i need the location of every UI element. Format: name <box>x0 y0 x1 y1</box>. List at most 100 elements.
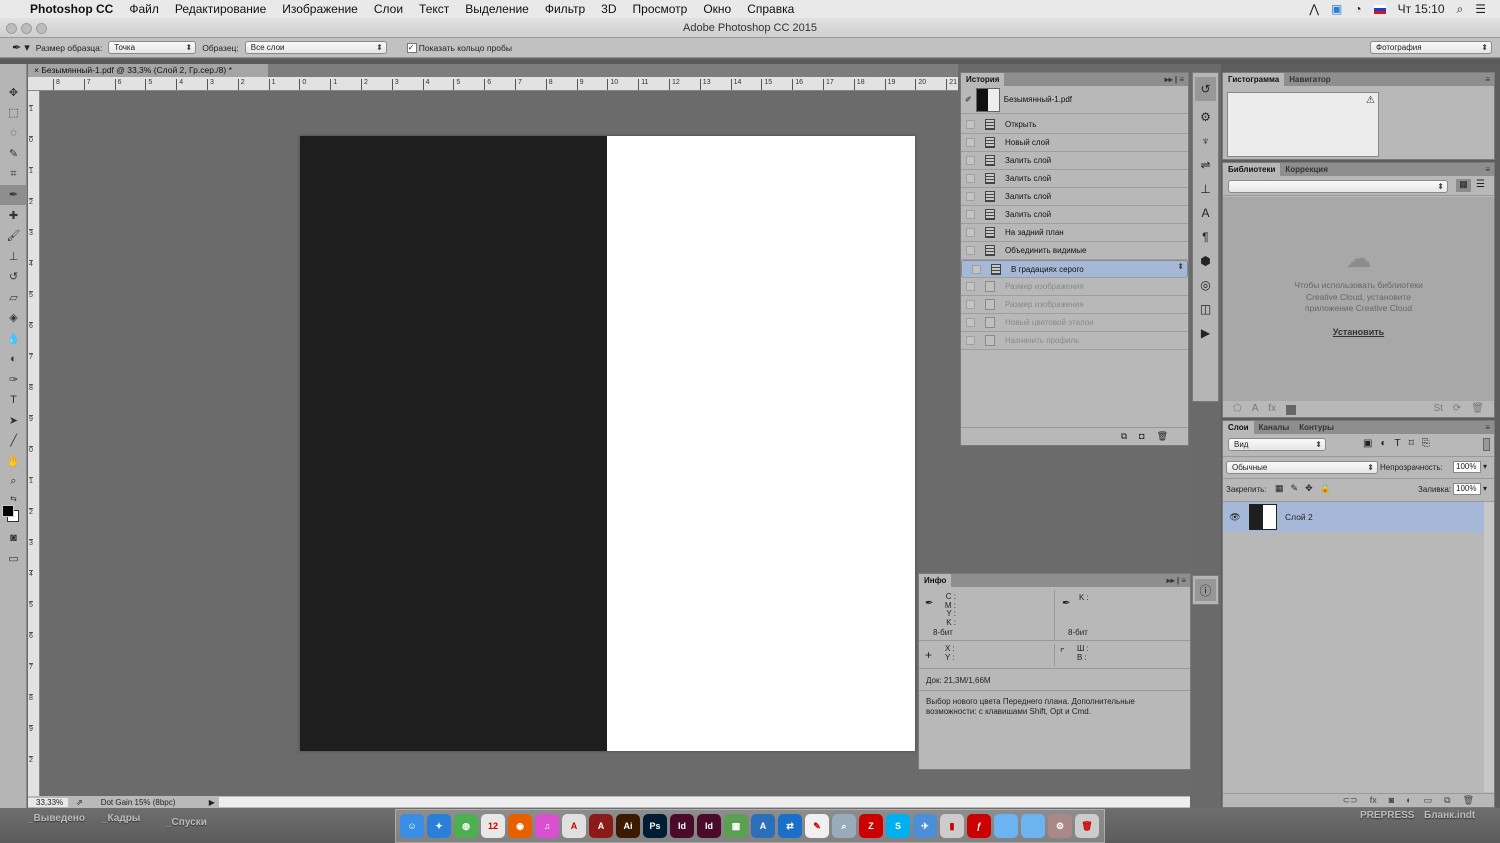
history-brush-checkbox[interactable] <box>966 282 975 291</box>
sync-icon[interactable]: ⟳ <box>1453 403 1461 415</box>
fill-dropdown-icon[interactable]: ▾ <box>1483 484 1487 493</box>
zoom-level[interactable]: 33,33% <box>28 797 68 807</box>
language-flag-icon[interactable] <box>1373 4 1386 14</box>
healing-brush-tool-icon[interactable]: ✚ <box>0 205 27 226</box>
dock-fontbook-icon[interactable]: A <box>751 814 775 838</box>
menu-window[interactable]: Окно <box>703 2 731 16</box>
filter-pixel-icon[interactable]: ▣ <box>1363 438 1372 449</box>
tab-layers[interactable]: Слои <box>1223 421 1254 434</box>
history-item[interactable]: Залить слой <box>961 206 1188 224</box>
new-group-icon[interactable]: ▭ <box>1424 795 1433 806</box>
filter-toggle[interactable] <box>1483 438 1490 451</box>
tab-navigator[interactable]: Навигатор <box>1284 73 1335 86</box>
history-brush-checkbox[interactable] <box>966 228 975 237</box>
history-item[interactable]: Открыть <box>961 116 1188 134</box>
history-item[interactable]: Размер изображения <box>961 278 1188 296</box>
adjustment-layer-icon[interactable]: ◐ <box>1406 795 1411 806</box>
tab-channels[interactable]: Каналы <box>1254 421 1295 434</box>
panel-menu-icon[interactable]: ≡ <box>1485 421 1490 434</box>
history-brush-checkbox[interactable] <box>966 300 975 309</box>
filter-smart-icon[interactable]: ⎘ <box>1422 438 1430 449</box>
menu-layers[interactable]: Слои <box>374 2 403 16</box>
history-brush-source-icon[interactable]: ✐ <box>965 95 972 104</box>
desktop-folder[interactable]: _Спуски <box>166 817 207 828</box>
grid-view-icon[interactable]: ▦ <box>1456 179 1471 192</box>
dock-acrobat-pro-icon[interactable]: A <box>589 814 613 838</box>
history-brush-checkbox[interactable] <box>966 138 975 147</box>
lock-pixels-icon[interactable]: ✎ <box>1291 483 1299 494</box>
layers-scrollbar[interactable] <box>1484 502 1494 792</box>
history-brush-checkbox[interactable] <box>966 156 975 165</box>
quick-select-tool-icon[interactable]: ✎ <box>0 144 27 165</box>
tab-adjustments[interactable]: Коррекция <box>1280 163 1333 176</box>
sample-size-select[interactable]: Точка <box>108 41 197 54</box>
lock-all-icon[interactable]: 🔒 <box>1320 483 1331 494</box>
brush-tool-icon[interactable]: 🖌 <box>0 226 27 247</box>
stamp-tool-icon[interactable]: ⊥ <box>0 246 27 267</box>
dock-illustrator-icon[interactable]: Ai <box>616 814 640 838</box>
history-brush-checkbox[interactable] <box>972 264 981 274</box>
lock-position-icon[interactable]: ✥ <box>1305 483 1313 494</box>
dock-finder-icon[interactable]: ☺ <box>400 814 424 838</box>
lock-transparency-icon[interactable]: ▦ <box>1275 483 1284 494</box>
eyedropper-tool-preset-icon[interactable]: ✒ ▾ <box>12 41 30 54</box>
menu-view[interactable]: Просмотр <box>633 2 688 16</box>
eyedropper-tool-icon[interactable]: ✒ <box>0 184 27 205</box>
crop-tool-icon[interactable]: ⌗ <box>0 164 27 185</box>
menu-3d[interactable]: 3D <box>601 2 616 16</box>
dock-safari-icon[interactable]: ✦ <box>427 814 451 838</box>
dock-maps-icon[interactable]: ▦ <box>724 814 748 838</box>
library-select[interactable] <box>1228 180 1448 193</box>
device-preview-icon[interactable]: ◎ <box>1193 273 1218 297</box>
history-item[interactable]: Назначить профиль <box>961 332 1188 350</box>
eyedropper-readout-icon[interactable]: ✒ <box>925 598 933 609</box>
panel-menu-icon[interactable]: ▸▸ | ≡ <box>1165 73 1184 86</box>
filter-type-icon[interactable]: T <box>1395 438 1401 449</box>
close-window-button[interactable] <box>6 23 17 34</box>
history-item[interactable]: Залить слой <box>961 152 1188 170</box>
history-brush-checkbox[interactable] <box>966 174 975 183</box>
adjustments-icon[interactable]: ⇌ <box>1193 153 1218 177</box>
dock-photoshop-icon[interactable]: Ps <box>643 814 667 838</box>
menu-image[interactable]: Изображение <box>282 2 358 16</box>
filter-adjustment-icon[interactable]: ◐ <box>1380 438 1386 449</box>
document-canvas[interactable] <box>300 136 915 751</box>
history-brush-checkbox[interactable] <box>966 192 975 201</box>
opacity-input[interactable]: 100% <box>1453 461 1481 473</box>
history-brush-checkbox[interactable] <box>966 336 975 345</box>
new-snapshot-icon[interactable]: ◘ <box>1139 431 1144 442</box>
swatches-icon[interactable]: ◫ <box>1193 297 1218 321</box>
menu-file[interactable]: Файл <box>129 2 159 16</box>
dock-teamviewer-icon[interactable]: ⇄ <box>778 814 802 838</box>
menu-filter[interactable]: Фильтр <box>545 2 585 16</box>
sample-select[interactable]: Все слои <box>244 41 387 54</box>
screen-mode-icon[interactable]: ▭ <box>0 549 27 570</box>
history-item[interactable]: В градациях серого <box>961 260 1188 278</box>
actions-icon[interactable]: ▶ <box>1193 321 1218 345</box>
blur-tool-icon[interactable]: 💧 <box>0 328 27 349</box>
layer-filter-select[interactable]: Вид <box>1228 438 1326 451</box>
share-icon[interactable]: ⇗ <box>76 798 83 807</box>
layer-name[interactable]: Слой 2 <box>1285 512 1313 522</box>
clock[interactable]: Чт 15:10 <box>1398 2 1445 16</box>
dock-firefox-icon[interactable]: ◉ <box>508 814 532 838</box>
hand-tool-icon[interactable]: ✋ <box>0 451 27 472</box>
layer-style-icon[interactable]: fx <box>1370 795 1377 806</box>
eraser-tool-icon[interactable]: ▱ <box>0 287 27 308</box>
brushes-icon[interactable]: ♆ <box>1193 129 1218 153</box>
menu-text[interactable]: Текст <box>419 2 449 16</box>
history-item[interactable]: Новый цветовой эталон <box>961 314 1188 332</box>
layer-mask-icon[interactable]: ◙ <box>1389 795 1394 806</box>
desktop-folder[interactable]: _Кадры <box>102 813 140 824</box>
menu-app[interactable]: Photoshop CC <box>30 2 113 16</box>
history-item[interactable]: Залить слой <box>961 170 1188 188</box>
dock-textedit-icon[interactable]: ✎ <box>805 814 829 838</box>
path-select-tool-icon[interactable]: ➤ <box>0 410 27 431</box>
clone-source-icon[interactable]: ⊥ <box>1193 177 1218 201</box>
horizontal-scrollbar[interactable] <box>218 797 1190 807</box>
dock-itunes-icon[interactable]: ♫ <box>535 814 559 838</box>
panel-menu-icon[interactable]: ≡ <box>1485 163 1490 176</box>
foreground-color-swatch[interactable] <box>0 504 26 528</box>
delete-state-icon[interactable]: 🗑 <box>1157 431 1168 442</box>
desktop-folder[interactable]: _Выведено <box>28 813 85 824</box>
